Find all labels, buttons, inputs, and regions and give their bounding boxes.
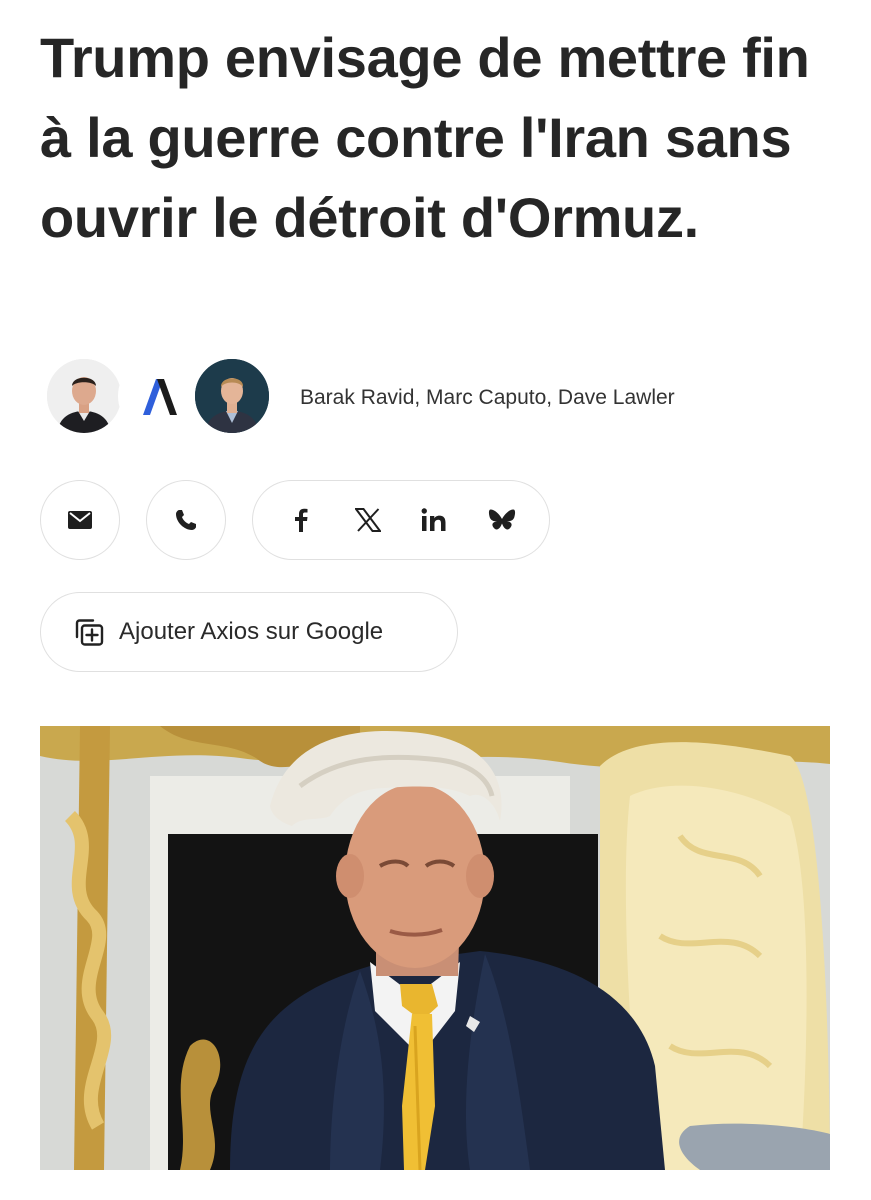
x-icon — [354, 508, 381, 532]
add-axios-on-google-button[interactable]: Ajouter Axios sur Google — [40, 592, 458, 672]
bluesky-icon — [488, 509, 515, 530]
phone-share-button[interactable] — [146, 480, 226, 560]
share-bar — [40, 480, 550, 560]
bluesky-share-button[interactable] — [478, 496, 526, 544]
byline: Barak Ravid, Marc Caputo, Dave Lawler — [44, 356, 675, 438]
axios-logo-avatar[interactable] — [118, 356, 198, 436]
add-axios-on-google-label: Ajouter Axios sur Google — [119, 618, 384, 645]
author-names: Barak Ravid, Marc Caputo, Dave Lawler — [300, 386, 675, 409]
facebook-icon — [294, 508, 307, 532]
hero-photo — [40, 726, 830, 1170]
article-headline: Trump envisage de mettre fin à la guerre… — [40, 26, 810, 249]
author-avatar[interactable] — [192, 356, 272, 436]
facebook-share-button[interactable] — [277, 496, 325, 544]
email-share-button[interactable] — [40, 480, 120, 560]
add-source-icon — [75, 619, 104, 646]
envelope-icon — [68, 511, 92, 529]
linkedin-icon — [421, 508, 445, 531]
article-page: Trump envisage de mettre fin à la guerre… — [0, 0, 871, 1200]
author-avatar[interactable] — [44, 356, 124, 436]
phone-icon — [176, 510, 196, 530]
x-share-button[interactable] — [344, 496, 392, 544]
linkedin-share-button[interactable] — [411, 496, 459, 544]
author-avatars — [44, 356, 276, 438]
social-share-group — [252, 480, 550, 560]
